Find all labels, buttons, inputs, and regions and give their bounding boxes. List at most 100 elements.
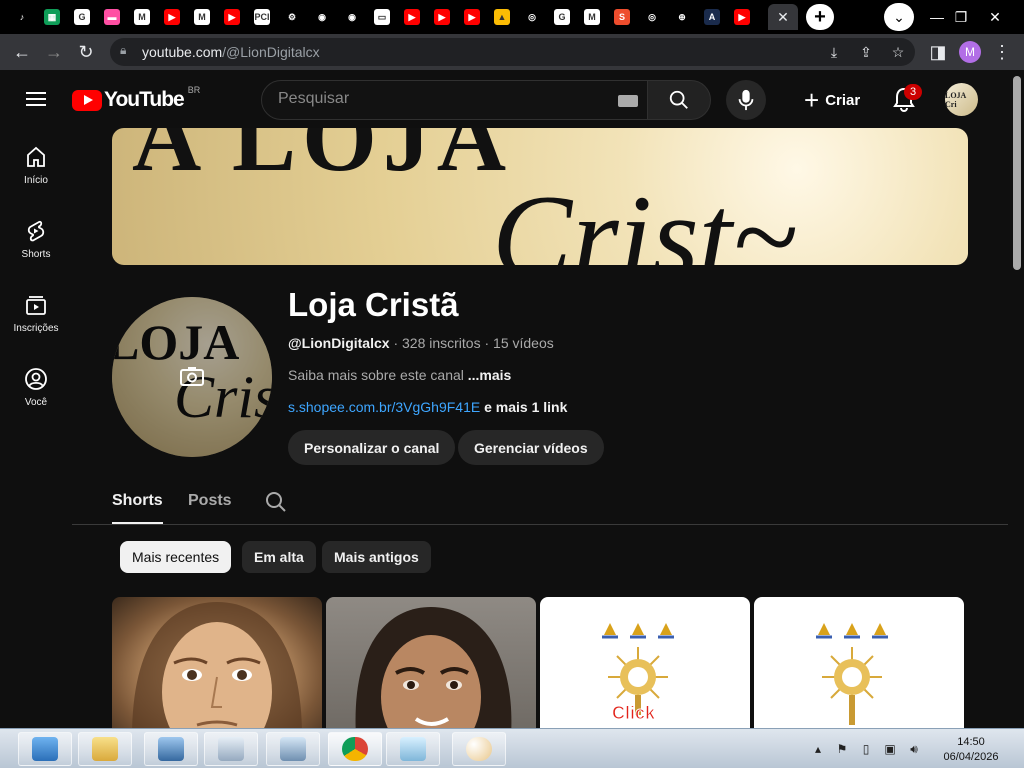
customize-channel-button[interactable]: Personalizar o canal <box>288 430 456 465</box>
network-icon[interactable]: ▣ <box>882 741 898 757</box>
taskbar-paint[interactable] <box>452 732 506 766</box>
show-hidden-icons[interactable]: ▴ <box>810 741 826 757</box>
extension-icon: ⚙ <box>284 9 300 25</box>
short-thumbnail[interactable] <box>112 597 322 737</box>
youtube-app-icon: ▶ <box>224 9 240 25</box>
sidebar-item-shorts[interactable]: Shorts <box>4 202 68 276</box>
taskbar-calculator[interactable] <box>204 732 258 766</box>
camera-icon[interactable] <box>180 366 204 386</box>
taskbar-control-panel[interactable] <box>18 732 72 766</box>
taskbar-notepad[interactable] <box>386 732 440 766</box>
browser-tab[interactable]: ▶ <box>160 4 184 30</box>
chrome-icon <box>342 737 368 761</box>
scrollbar-thumb[interactable] <box>1013 76 1021 270</box>
keyboard-icon[interactable] <box>618 95 638 107</box>
channel-about[interactable]: Saiba mais sobre este canal ...mais <box>288 367 511 383</box>
browser-tab[interactable]: ⊕ <box>670 4 694 30</box>
channel-name: Loja Cristã <box>288 286 459 323</box>
browser-tab[interactable]: M <box>190 4 214 30</box>
taskbar-clock[interactable]: 14:50 06/04/2026 <box>936 735 1006 765</box>
guide-menu-button[interactable] <box>24 88 48 110</box>
browser-tab[interactable]: ▬ <box>100 4 124 30</box>
browser-tab[interactable]: ▶ <box>430 4 454 30</box>
browser-tab[interactable]: ⚙ <box>280 4 304 30</box>
close-tab-icon[interactable]: ✕ <box>777 9 789 26</box>
back-button[interactable]: ← <box>10 40 34 64</box>
search-icon[interactable] <box>264 490 288 514</box>
short-thumbnail[interactable] <box>754 597 964 737</box>
browser-tab[interactable]: ◉ <box>340 4 364 30</box>
manage-videos-button[interactable]: Gerenciar vídeos <box>458 430 604 465</box>
browser-tab[interactable]: ♪ <box>10 4 34 30</box>
browser-tab[interactable]: M <box>130 4 154 30</box>
taskbar-task-manager[interactable] <box>266 732 320 766</box>
taskbar-chrome[interactable] <box>328 732 382 766</box>
sidebar-item-you[interactable]: Você <box>4 350 68 424</box>
browser-tab[interactable]: ▲ <box>490 4 514 30</box>
browser-tab[interactable]: M <box>580 4 604 30</box>
chip-popular[interactable]: Em alta <box>242 541 316 573</box>
power-icon[interactable]: ▯ <box>858 741 874 757</box>
close-window-button[interactable]: ✕ <box>980 2 1010 32</box>
youtube-play-icon <box>72 89 102 111</box>
taskbar-computer[interactable] <box>144 732 198 766</box>
browser-tab[interactable]: ▶ <box>730 4 754 30</box>
globe-icon: ◉ <box>314 9 330 25</box>
page-scrollbar[interactable] <box>1010 70 1024 728</box>
search-button[interactable] <box>647 80 711 120</box>
new-tab-button[interactable]: + <box>806 4 834 30</box>
chip-latest[interactable]: Mais recentes <box>120 541 232 573</box>
short-thumbnail[interactable]: Click <box>540 597 750 737</box>
folder-icon <box>92 737 118 761</box>
youtube-icon: ▶ <box>434 9 450 25</box>
action-center-icon[interactable]: ⚑ <box>834 741 850 757</box>
reload-button[interactable]: ↻ <box>74 40 98 64</box>
chip-oldest[interactable]: Mais antigos <box>322 541 431 573</box>
browser-tab[interactable]: ▭ <box>370 4 394 30</box>
browser-tab[interactable]: ▶ <box>220 4 244 30</box>
user-avatar[interactable]: LOJA Cri <box>945 83 978 116</box>
profile-avatar[interactable]: M <box>959 41 981 63</box>
restore-button[interactable]: ❐ <box>946 2 976 32</box>
browser-tab[interactable]: G <box>550 4 574 30</box>
create-button[interactable]: + Criar <box>790 80 874 120</box>
more-links[interactable]: e mais 1 link <box>480 399 567 415</box>
share-icon[interactable]: ⇪ <box>856 42 876 62</box>
taskbar-explorer[interactable] <box>78 732 132 766</box>
browser-tab[interactable]: ◉ <box>310 4 334 30</box>
channel-tabs: Shorts Posts <box>72 480 1008 525</box>
browser-tab[interactable]: ◎ <box>640 4 664 30</box>
windows-taskbar: ▴ ⚑ ▯ ▣ 🔊︎ 14:50 06/04/2026 <box>0 728 1024 768</box>
browser-tab[interactable]: G <box>70 4 94 30</box>
browser-menu-button[interactable]: ⋮ <box>990 40 1014 64</box>
browser-tab[interactable]: S <box>610 4 634 30</box>
tab-posts[interactable]: Posts <box>188 492 232 510</box>
browser-tab[interactable]: PCI <box>250 4 274 30</box>
gmail-icon: M <box>194 9 210 25</box>
about-more-link[interactable]: ...mais <box>468 367 512 383</box>
channel-links[interactable]: s.shopee.com.br/3VgGh9F41E e mais 1 link <box>288 399 567 415</box>
tab-search-button[interactable]: ⌄ <box>884 3 914 31</box>
about-text: Saiba mais sobre este canal <box>288 367 468 383</box>
volume-icon[interactable]: 🔊︎ <box>906 741 922 757</box>
side-panel-button[interactable]: ◨ <box>926 40 950 64</box>
forward-button[interactable]: → <box>42 40 66 64</box>
voice-search-button[interactable] <box>726 80 766 120</box>
browser-tab[interactable]: ◎ <box>520 4 544 30</box>
install-app-icon[interactable]: ⤓ <box>824 42 844 62</box>
omnibox[interactable]: 🔒︎ youtube.com/@LionDigitalcx ⤓ ⇪ ☆ <box>110 38 915 66</box>
browser-tab[interactable]: ▦ <box>40 4 64 30</box>
browser-tab[interactable]: ▶ <box>460 4 484 30</box>
url-text[interactable]: youtube.com/@LionDigitalcx <box>142 44 320 60</box>
tab-shorts[interactable]: Shorts <box>112 492 163 524</box>
sidebar-item-subscriptions[interactable]: Inscrições <box>4 276 68 350</box>
active-browser-tab[interactable]: ✕ <box>768 4 798 30</box>
search-input[interactable] <box>278 90 598 108</box>
bookmark-star-icon[interactable]: ☆ <box>888 42 908 62</box>
channel-link[interactable]: s.shopee.com.br/3VgGh9F41E <box>288 399 480 415</box>
short-thumbnail[interactable] <box>326 597 536 737</box>
browser-tab[interactable]: ▶ <box>400 4 424 30</box>
browser-tab[interactable]: A <box>700 4 724 30</box>
youtube-logo[interactable]: YouTube BR <box>72 85 200 112</box>
sidebar-item-home[interactable]: Início <box>4 128 68 202</box>
